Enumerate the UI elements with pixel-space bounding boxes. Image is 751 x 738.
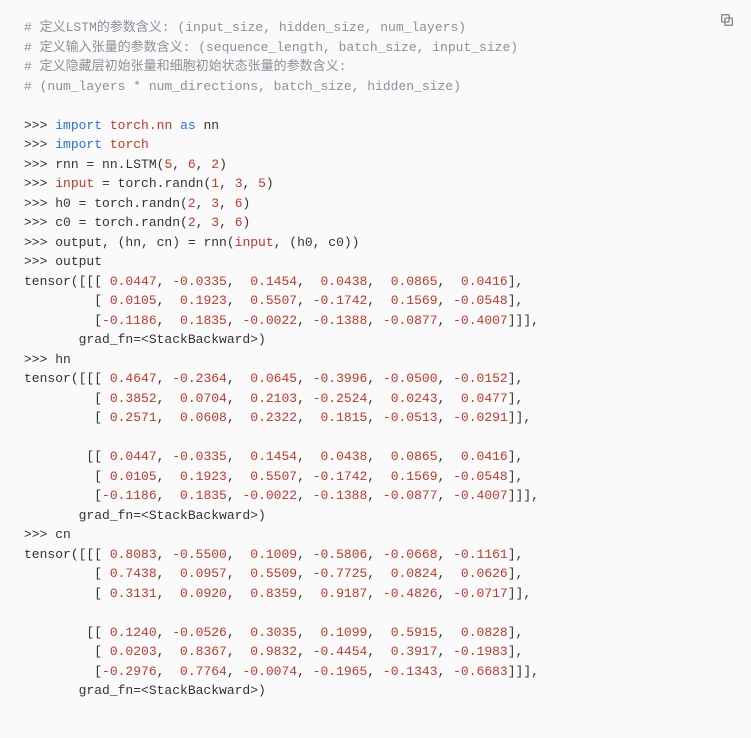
prompt: >>> [24,157,55,172]
grad-line: grad_fn=<StackBackward>) [24,683,266,698]
comment-line: # 定义LSTM的参数含义: (input_size, hidden_size,… [24,20,466,35]
comment-line: # (num_layers * num_directions, batch_si… [24,79,461,94]
prompt: >>> [24,254,55,269]
kw-as: as [180,118,196,133]
tensor-row: [ 0.0105, 0.1923, 0.5507, -0.1742, 0.156… [24,293,523,308]
code: = torch.randn( [94,176,211,191]
module: torch [110,137,149,152]
var-output: output [55,254,102,269]
prompt: >>> [24,118,55,133]
num: 2 [211,157,219,172]
tensor-row: tensor([[[ 0.8083, -0.5500, 0.1009, -0.5… [24,547,523,562]
copy-icon [719,12,735,28]
prompt: >>> [24,176,55,191]
grad-line: grad_fn=<StackBackward>) [24,332,266,347]
kw-import: import [55,137,102,152]
comment-line: # 定义隐藏层初始张量和细胞初始状态张量的参数含义: [24,59,346,74]
copy-button[interactable] [715,8,739,32]
prompt: >>> [24,137,55,152]
tensor-row: [ 0.0203, 0.8367, 0.9832, -0.4454, 0.391… [24,644,523,659]
tensor-row: [-0.1186, 0.1835, -0.0022, -0.1388, -0.0… [24,313,539,328]
tensor-row: tensor([[[ 0.4647, -0.2364, 0.0645, -0.3… [24,371,523,386]
tensor-row: [ 0.0105, 0.1923, 0.5507, -0.1742, 0.156… [24,469,523,484]
code: output, (hn, cn) = rnn( [55,235,234,250]
arg-input: input [235,235,274,250]
prompt: >>> [24,527,55,542]
alias: nn [204,118,220,133]
tensor-row: [-0.1186, 0.1835, -0.0022, -0.1388, -0.0… [24,488,539,503]
num: 5 [164,157,172,172]
num: 1 [211,176,219,191]
grad-line: grad_fn=<StackBackward>) [24,508,266,523]
tensor-row: [ 0.3131, 0.0920, 0.8359, 0.9187, -0.482… [24,586,531,601]
num: 6 [235,215,243,230]
code-content: # 定义LSTM的参数含义: (input_size, hidden_size,… [24,18,727,701]
var-input: input [55,176,94,191]
tensor-row: tensor([[[ 0.0447, -0.0335, 0.1454, 0.04… [24,274,523,289]
code: h0 = torch.randn( [55,196,188,211]
tensor-row: [ 0.7438, 0.0957, 0.5509, -0.7725, 0.082… [24,566,523,581]
var-cn: cn [55,527,71,542]
tensor-row: [[ 0.0447, -0.0335, 0.1454, 0.0438, 0.08… [24,449,523,464]
num: 2 [188,196,196,211]
num: 6 [235,196,243,211]
num: 3 [235,176,243,191]
num: 3 [211,196,219,211]
tensor-row: [[ 0.1240, -0.0526, 0.3035, 0.1099, 0.59… [24,625,523,640]
code: rnn = nn.LSTM( [55,157,164,172]
num: 3 [211,215,219,230]
kw-import: import [55,118,102,133]
prompt: >>> [24,235,55,250]
tensor-row: [-0.2976, 0.7764, -0.0074, -0.1965, -0.1… [24,664,539,679]
prompt: >>> [24,215,55,230]
code: c0 = torch.randn( [55,215,188,230]
tensor-row: [ 0.3852, 0.0704, 0.2103, -0.2524, 0.024… [24,391,523,406]
num: 2 [188,215,196,230]
comment-line: # 定义输入张量的参数含义: (sequence_length, batch_s… [24,40,518,55]
code: , (h0, c0)) [274,235,360,250]
code-block: # 定义LSTM的参数含义: (input_size, hidden_size,… [0,0,751,719]
num: 5 [258,176,266,191]
num: 6 [188,157,196,172]
module: torch.nn [110,118,172,133]
var-hn: hn [55,352,71,367]
tensor-row: [ 0.2571, 0.0608, 0.2322, 0.1815, -0.051… [24,410,531,425]
prompt: >>> [24,352,55,367]
prompt: >>> [24,196,55,211]
